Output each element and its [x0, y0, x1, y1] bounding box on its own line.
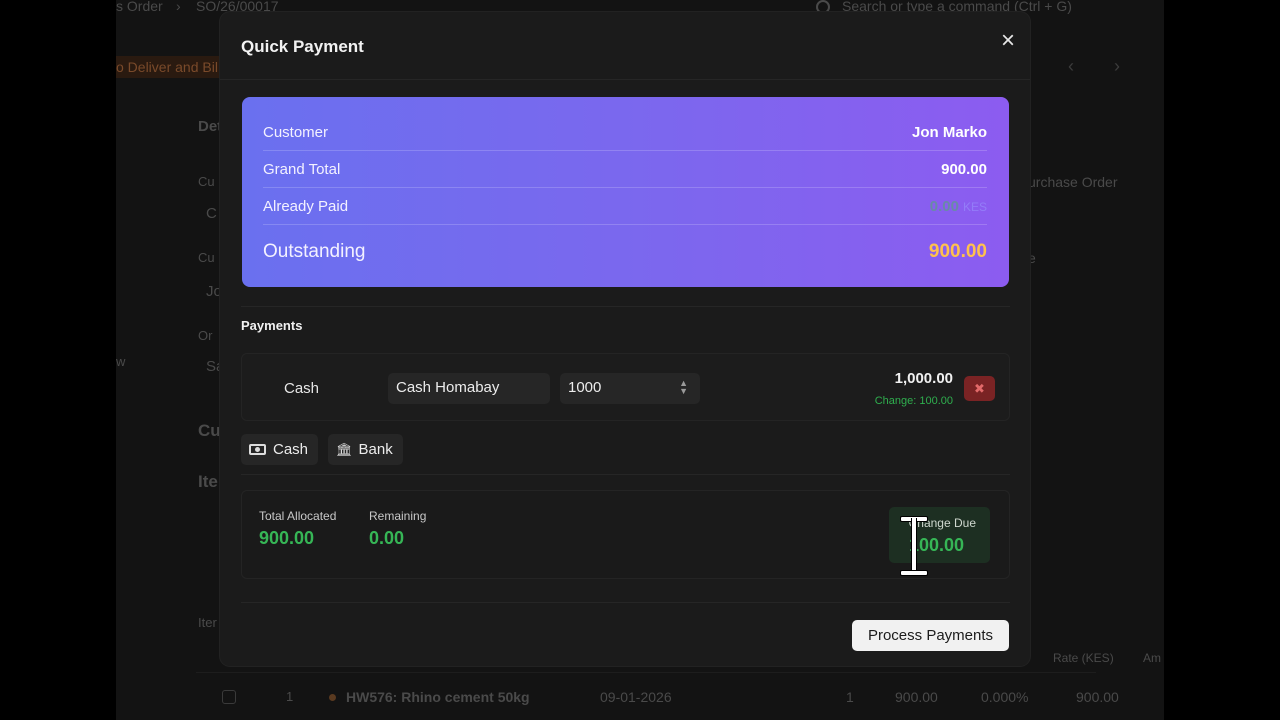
row-date: 09-01-2026: [600, 689, 672, 705]
grand-total-value: 900.00: [941, 161, 987, 178]
stepper-icon[interactable]: ▲ ▼: [679, 379, 688, 396]
outstanding-value: 900.00: [928, 241, 987, 262]
summary-label: Already Paid: [263, 198, 349, 215]
sidebar-label: w: [116, 354, 126, 369]
bank-icon: 🏛: [336, 442, 353, 457]
already-paid-value: 0.00 KES: [930, 198, 987, 215]
payments-heading: Payments: [241, 318, 303, 333]
section-heading: Ite: [198, 472, 218, 491]
row-rate: 900.00: [895, 689, 938, 705]
column-header-rate: Rate (KES): [1053, 651, 1114, 665]
amount-input-value: 1000: [568, 379, 602, 396]
table-divider: [196, 672, 1096, 673]
section-heading: Cu: [198, 421, 221, 440]
payment-amount: 1,000.00: [894, 370, 953, 387]
dialog-header: Quick Payment ×: [220, 12, 1030, 80]
total-allocated-value: 900.00: [259, 528, 315, 548]
text-cursor-icon: [898, 516, 932, 576]
row-index: 1: [286, 689, 294, 704]
add-cash-label: Cash: [273, 441, 309, 458]
column-header-amount: Am: [1143, 651, 1161, 665]
currency-unit: KES: [962, 200, 987, 214]
totals-panel: Total Allocated 900.00 Remaining 0.00 Ch…: [241, 490, 1010, 579]
dialog-title: Quick Payment: [241, 37, 364, 56]
row-discount: 0.000%: [981, 689, 1029, 705]
section-details: Det: [198, 118, 223, 135]
field-label: Cu: [198, 250, 215, 265]
field-label: urchase Order: [1028, 174, 1118, 190]
payment-row: Cash Cash Homabay 1000 ▲ ▼ 1,000.00 Chang…: [241, 353, 1010, 421]
payment-mode: Cash: [284, 380, 320, 397]
row-item[interactable]: HW576: Rhino cement 50kg: [346, 689, 530, 705]
summary-label: Customer: [263, 124, 329, 141]
amount-input[interactable]: 1000 ▲ ▼: [560, 373, 700, 404]
field-label: Cu: [198, 174, 215, 189]
add-bank-label: Bank: [358, 441, 393, 458]
status-badge: o Deliver and Bil: [116, 56, 224, 78]
remaining-label: Remaining: [369, 509, 427, 523]
account-select[interactable]: Cash Homabay: [388, 373, 550, 404]
divider: [241, 602, 1010, 603]
already-paid-amount: 0.00: [929, 198, 959, 215]
summary-row-already-paid: Already Paid 0.00 KES: [263, 188, 987, 225]
remove-payment-button[interactable]: ✖: [964, 376, 995, 401]
cash-icon: [249, 444, 266, 455]
field-label: Or: [198, 328, 213, 343]
total-allocated-label: Total Allocated: [259, 509, 337, 523]
breadcrumb-doctype[interactable]: s Order: [116, 0, 163, 14]
summary-row-customer: Customer Jon Marko: [263, 114, 987, 151]
process-payments-button[interactable]: Process Payments: [852, 620, 1009, 651]
add-bank-button[interactable]: 🏛 Bank: [328, 434, 403, 465]
summary-label: Outstanding: [263, 241, 366, 262]
status-dot: [329, 694, 336, 701]
payment-change: Change: 100.00: [874, 395, 953, 407]
payment-summary-card: Customer Jon Marko Grand Total 900.00 Al…: [242, 97, 1009, 287]
summary-label: Grand Total: [263, 161, 341, 178]
close-icon[interactable]: ×: [996, 29, 1020, 54]
row-amount: 900.00: [1076, 689, 1119, 705]
row-checkbox[interactable]: [222, 690, 236, 704]
row-qty: 1: [846, 689, 854, 705]
summary-row-grand-total: Grand Total 900.00: [263, 151, 987, 188]
add-cash-button[interactable]: Cash: [241, 434, 319, 465]
divider: [241, 474, 1010, 475]
divider: [241, 306, 1010, 307]
items-label: Iter: [198, 615, 217, 630]
chevron-right-icon[interactable]: ›: [1114, 56, 1120, 77]
remaining-value: 0.00: [369, 528, 405, 548]
summary-row-outstanding: Outstanding 900.00: [263, 225, 987, 262]
breadcrumb-separator: ›: [176, 0, 181, 14]
app-screen: s Order › SO/26/00017 Search or type a c…: [116, 0, 1164, 720]
customer-name: Jon Marko: [911, 124, 987, 141]
chevron-left-icon[interactable]: ‹: [1068, 56, 1074, 77]
field-value: C: [206, 205, 217, 222]
